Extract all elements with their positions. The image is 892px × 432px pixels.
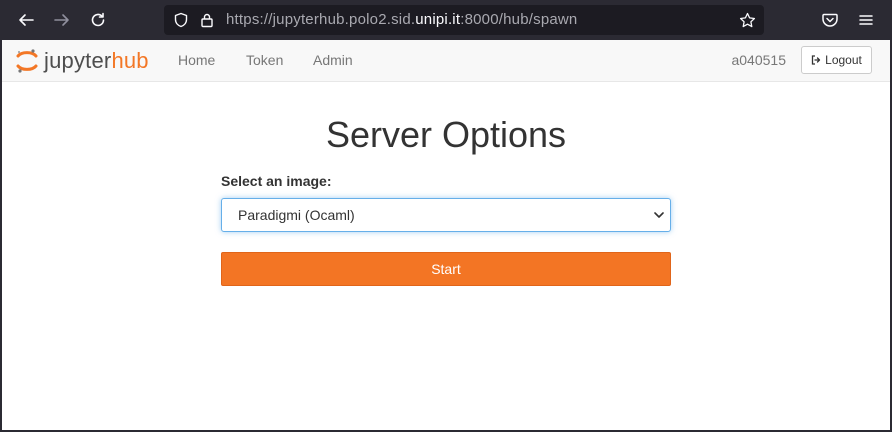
username: a040515 (731, 52, 786, 68)
url-suffix: :8000/hub/spawn (460, 11, 578, 28)
chevron-down-icon (652, 208, 666, 222)
logout-label: Logout (825, 53, 862, 67)
jupyter-logo-icon (16, 49, 38, 73)
image-select-value: Paradigmi (Ocaml) (238, 207, 355, 223)
forward-arrow-icon (54, 14, 69, 26)
jupyterhub-navbar: jupyterhub Home Token Admin a040515 Logo… (2, 40, 890, 82)
url-host: unipi.it (415, 11, 461, 28)
url-text: https://jupyterhub.polo2.sid.unipi.it:80… (226, 5, 577, 35)
logout-button[interactable]: Logout (801, 46, 872, 74)
nav-link-token[interactable]: Token (246, 40, 283, 81)
bookmark-star-icon[interactable] (738, 11, 756, 29)
start-button[interactable]: Start (221, 252, 671, 286)
shield-icon[interactable] (172, 11, 190, 29)
image-select[interactable]: Paradigmi (Ocaml) (221, 198, 671, 232)
back-arrow-icon (19, 14, 34, 26)
url-prefix: https://jupyterhub.polo2.sid. (226, 11, 416, 28)
pocket-icon[interactable] (818, 8, 842, 32)
logo-jupyter-text: jupyter (44, 48, 112, 73)
logo-hub-text: hub (111, 48, 149, 73)
image-select-label: Select an image: (221, 173, 332, 189)
back-button[interactable] (14, 8, 38, 32)
lock-icon[interactable] (198, 11, 216, 29)
page-title: Server Options (325, 114, 567, 155)
forward-button[interactable] (50, 8, 74, 32)
reload-icon (91, 12, 105, 27)
reload-button[interactable] (86, 8, 110, 32)
start-button-label: Start (431, 261, 461, 277)
sign-out-icon (811, 55, 821, 65)
jupyterhub-logo[interactable]: jupyterhub (16, 47, 149, 75)
logo-wordmark: jupyterhub (44, 47, 149, 75)
address-bar[interactable]: https://jupyterhub.polo2.sid.unipi.it:80… (164, 5, 764, 35)
browser-toolbar: https://jupyterhub.polo2.sid.unipi.it:80… (0, 0, 892, 40)
page-viewport: jupyterhub Home Token Admin a040515 Logo… (2, 40, 890, 430)
nav-link-home[interactable]: Home (178, 40, 215, 81)
nav-link-admin[interactable]: Admin (313, 40, 353, 81)
menu-icon[interactable] (854, 8, 878, 32)
